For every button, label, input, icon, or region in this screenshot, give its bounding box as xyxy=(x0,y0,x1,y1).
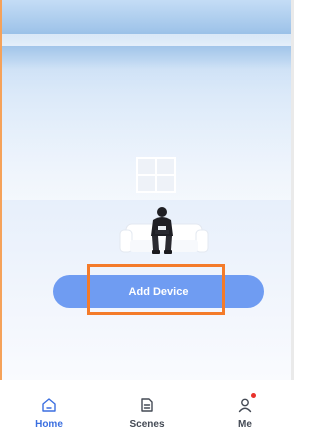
nav-scenes-label: Scenes xyxy=(129,419,165,430)
app-root: Add Device Home Scenes Me xyxy=(0,0,294,439)
window-graphic xyxy=(136,157,176,193)
bottom-nav: Home Scenes Me xyxy=(0,380,294,439)
left-edge xyxy=(0,0,2,439)
person-icon xyxy=(238,398,252,413)
nav-me[interactable]: Me xyxy=(196,380,294,439)
add-device-button[interactable]: Add Device xyxy=(53,275,264,308)
scenes-icon xyxy=(141,398,153,412)
nav-home[interactable]: Home xyxy=(0,380,98,439)
nav-home-label: Home xyxy=(35,419,63,430)
notification-badge xyxy=(251,393,256,398)
right-edge xyxy=(291,0,294,439)
home-icon xyxy=(42,398,56,412)
hero-background xyxy=(2,0,291,380)
nav-me-label: Me xyxy=(238,419,252,430)
empty-state-illustration xyxy=(119,157,209,254)
add-device-label: Add Device xyxy=(128,285,189,298)
nav-scenes[interactable]: Scenes xyxy=(98,380,196,439)
